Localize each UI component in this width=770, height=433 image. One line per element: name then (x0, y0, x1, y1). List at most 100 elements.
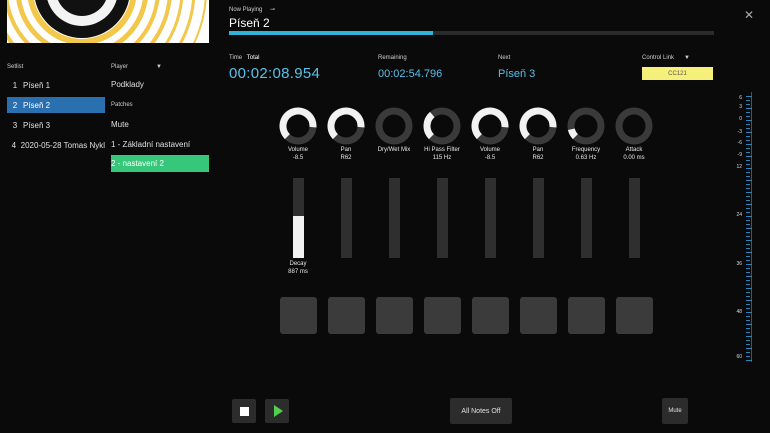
meter-tick (746, 356, 750, 357)
meter-tick (746, 156, 752, 157)
chevron-down-icon: ▼ (684, 55, 690, 61)
mute-button[interactable]: Mute (662, 398, 688, 424)
meter-tick (746, 264, 752, 265)
meter-tick (746, 352, 750, 353)
pad-button[interactable] (280, 297, 317, 334)
setlist-item[interactable]: 1 Píseň 1 (7, 77, 105, 93)
meter-tick (746, 188, 750, 189)
knob[interactable] (567, 107, 605, 145)
meter-scale-label: 24 (736, 212, 742, 218)
player-dropdown[interactable]: Player ▼ (111, 64, 162, 70)
pad-button[interactable] (616, 297, 653, 334)
meter-tick (746, 272, 750, 273)
meter-tick (746, 284, 750, 285)
knob[interactable] (471, 107, 509, 145)
meter-tick (746, 124, 750, 125)
fader[interactable] (533, 178, 544, 258)
meter-tick (746, 260, 750, 261)
pad-button[interactable] (568, 297, 605, 334)
all-notes-off-button[interactable]: All Notes Off (450, 398, 512, 424)
knob-value: R62 (340, 155, 352, 161)
patch-item[interactable]: Mute (111, 116, 209, 133)
pad-button[interactable] (376, 297, 413, 334)
pad-button[interactable] (328, 297, 365, 334)
meter-tick (746, 204, 752, 205)
meter-tick (746, 244, 750, 245)
fader[interactable] (581, 178, 592, 258)
meter-scale-label: 0 (739, 116, 742, 122)
setlist-item[interactable]: 2 Píseň 2 (7, 97, 105, 113)
time-label: Time Total (229, 55, 260, 61)
fader[interactable] (437, 178, 448, 258)
knob[interactable] (615, 107, 653, 145)
control-link-dropdown[interactable]: Control Link ▼ (642, 55, 690, 61)
meter-tick (746, 168, 752, 169)
setlist-item-index: 3 (12, 120, 18, 130)
patch-item[interactable]: 1 - Základní nastavení (111, 136, 209, 153)
setlist-item-name: Píseň 2 (23, 100, 51, 110)
link-icon: ⊸ (270, 7, 276, 13)
meter-tick (746, 360, 752, 361)
meter-tick (746, 200, 750, 201)
meter-tick (746, 312, 752, 313)
knob[interactable] (279, 107, 317, 145)
setlist-item[interactable]: 4 2020-05-28 Tomas Nykl (7, 137, 105, 153)
meter-tick (746, 100, 750, 101)
fader[interactable] (629, 178, 640, 258)
meter-tick (746, 120, 752, 121)
setlist-item[interactable]: 3 Píseň 3 (7, 117, 105, 133)
knob[interactable] (423, 107, 461, 145)
meter-tick (746, 288, 752, 289)
player-value[interactable]: Podklady (111, 80, 144, 89)
pad-button[interactable] (472, 297, 509, 334)
fader[interactable] (341, 178, 352, 258)
meter-scale-label: -6 (737, 140, 742, 146)
fader[interactable] (389, 178, 400, 258)
fader[interactable] (293, 178, 304, 258)
meter-tick (746, 164, 750, 165)
song-progress-bar[interactable] (229, 31, 714, 35)
control-link-value[interactable]: CC121 (642, 67, 713, 80)
meter-tick (746, 276, 752, 277)
meter-tick (746, 192, 752, 193)
close-icon[interactable]: ✕ (744, 8, 754, 22)
play-icon (273, 405, 283, 417)
patch-item[interactable]: 2 - nastavení 2 (111, 155, 209, 172)
fader[interactable] (485, 178, 496, 258)
meter-tick (746, 108, 752, 109)
pad-button[interactable] (424, 297, 461, 334)
meter-tick (746, 180, 752, 181)
knob[interactable] (327, 107, 365, 145)
setlist-item-name: Píseň 3 (23, 120, 51, 130)
stop-button[interactable] (232, 399, 256, 423)
play-button[interactable] (265, 399, 289, 423)
time-value: 00:02:08.954 (229, 65, 321, 82)
meter-tick (746, 140, 750, 141)
pad-button[interactable] (520, 297, 557, 334)
meter-tick (746, 136, 750, 137)
now-playing-label: Now Playing ⊸ (229, 7, 276, 13)
knob-value: 0.00 ms (623, 155, 645, 161)
meter-tick (746, 128, 750, 129)
stop-icon (239, 406, 249, 416)
setlist-item-name: Píseň 1 (23, 80, 51, 90)
meter-tick (746, 308, 750, 309)
meter-tick (746, 208, 750, 209)
knob[interactable] (519, 107, 557, 145)
meter-tick (746, 212, 750, 213)
album-art (7, 0, 209, 43)
meter-tick (746, 184, 750, 185)
meter-tick (746, 348, 752, 349)
meter-tick (746, 216, 752, 217)
remaining-label: Remaining (378, 55, 407, 61)
meter-tick (746, 132, 752, 133)
meter-tick (746, 96, 752, 97)
knob[interactable] (375, 107, 413, 145)
meter-tick (746, 160, 750, 161)
meter-scale-label: -3 (737, 129, 742, 135)
meter-tick (746, 228, 752, 229)
meter-tick (746, 292, 750, 293)
meter-scale-label: 48 (736, 309, 742, 315)
meter-scale-label: 36 (736, 261, 742, 267)
meter-tick (746, 300, 752, 301)
